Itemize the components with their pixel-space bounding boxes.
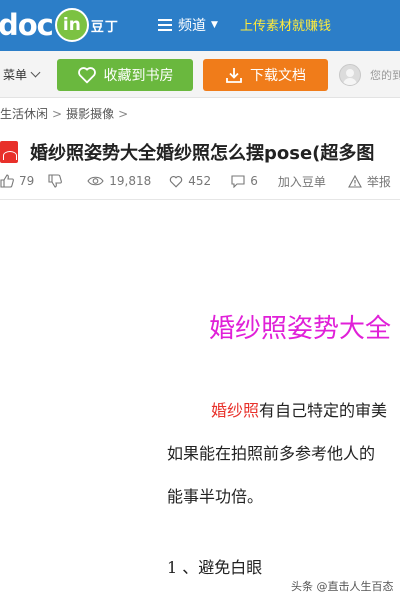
logo-in-badge: in [54,8,89,42]
like-count: 79 [19,174,35,188]
document-heading: 婚纱照姿势大全 [209,314,392,344]
favorite-label: 收藏到书房 [103,68,174,84]
paragraph-line-1: 婚纱照有自己特定的审美 [211,397,387,421]
top-header: doc in 豆丁 频道 ▼ 上传素材就赚钱 [0,0,400,51]
chevron-down-icon [30,67,41,78]
paragraph-line-1-text: 有自己特定的审美 [259,401,388,420]
heart-icon [77,67,96,84]
thumbs-down-icon [48,174,63,188]
like-stat[interactable]: 79 [0,174,34,188]
upload-earn-link[interactable]: 上传素材就赚钱 [240,15,331,34]
action-toolbar: 菜单 收藏到书房 下载文档 您的到 [0,51,400,98]
add-to-doudan-link[interactable]: 加入豆单 [278,173,326,190]
user-greeting[interactable]: 您的到 [370,67,400,83]
document-title: 婚纱照姿势大全婚纱照怎么摆pose(超多图 [30,143,375,164]
view-count: 19,818 [109,174,152,188]
logo-chinese-text: 豆丁 [90,19,119,35]
site-logo[interactable]: doc in 豆丁 [0,4,119,46]
breadcrumb: 生活休闲 > 摄影摄像 > [0,105,132,122]
highlight-keyword[interactable]: 婚纱照 [211,401,259,420]
paragraph-line-3: 能事半功倍。 [167,487,264,506]
user-avatar[interactable] [339,64,361,86]
channel-menu[interactable]: 频道 ▼ [158,14,218,36]
menu-label: 菜单 [3,68,28,82]
comment-count: 6 [250,174,258,188]
document-title-row: 婚纱照姿势大全婚纱照怎么摆pose(超多图 [0,137,374,167]
hamburger-icon [158,19,172,31]
pdf-file-icon [0,141,18,163]
logo-doc-text: doc [0,8,54,42]
thumbs-up-icon [0,174,14,188]
report-link[interactable]: 举报 [347,173,391,190]
download-icon [226,68,242,83]
caret-down-icon: ▼ [211,20,218,30]
menu-button[interactable]: 菜单 [3,66,41,83]
dislike-stat[interactable] [48,174,67,188]
download-label: 下载文档 [250,68,306,84]
source-watermark: 头条 @直击人生百态 [291,580,394,593]
document-preview: 婚纱照姿势大全 婚纱照有自己特定的审美 如果能在拍照前多参考他人的 能事半功倍。… [0,200,400,600]
breadcrumb-item-photography[interactable]: 摄影摄像 [66,105,114,122]
breadcrumb-separator: > [52,106,63,121]
channel-label: 频道 [178,18,206,34]
comment-icon [231,174,245,188]
eye-icon [87,176,104,186]
heart-outline-icon [170,175,183,188]
warning-icon [347,174,362,188]
favorite-button[interactable]: 收藏到书房 [57,59,193,91]
section-heading-1: 1 、避免白眼 [167,558,263,577]
view-stat: 19,818 [87,174,151,188]
comment-stat[interactable]: 6 [231,174,258,188]
download-button[interactable]: 下载文档 [203,59,328,91]
document-stats: 79 19,818 452 6 加入豆单 举报 [0,172,391,190]
report-label: 举报 [366,174,391,189]
breadcrumb-separator: > [118,106,129,121]
favorite-stat[interactable]: 452 [169,174,211,188]
add-to-doudan-label: 加入豆单 [277,174,326,189]
breadcrumb-item-lifestyle[interactable]: 生活休闲 [0,105,48,122]
paragraph-line-2: 如果能在拍照前多参考他人的 [167,444,376,463]
favorite-count: 452 [188,174,212,188]
